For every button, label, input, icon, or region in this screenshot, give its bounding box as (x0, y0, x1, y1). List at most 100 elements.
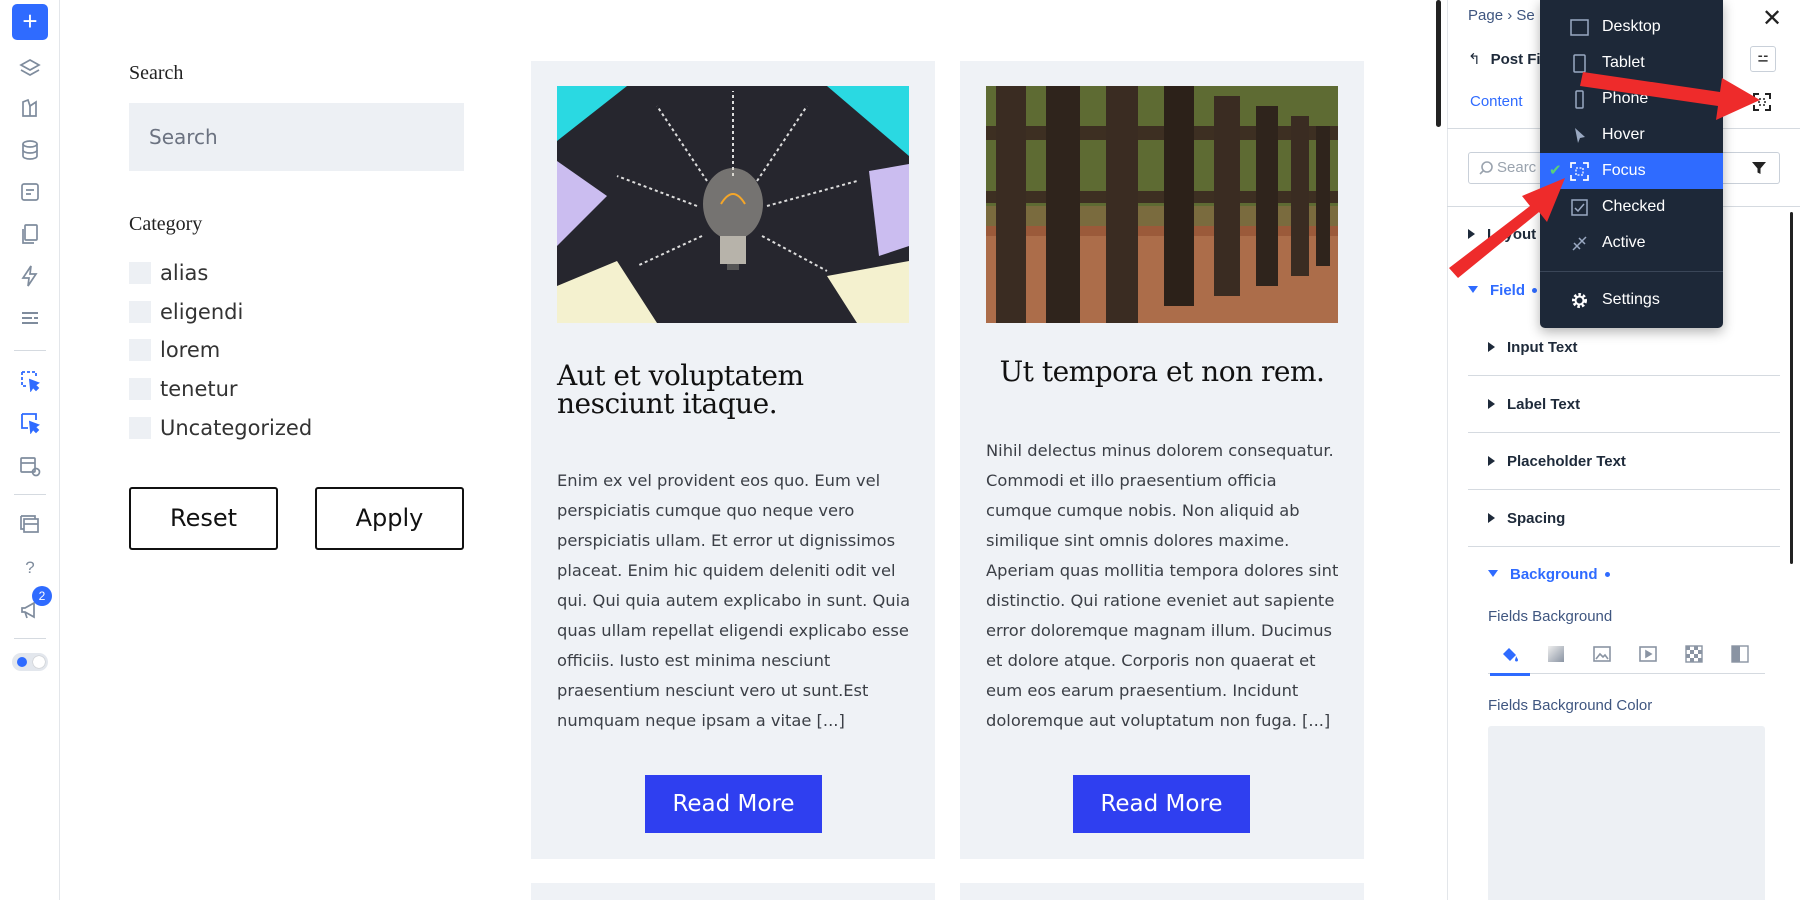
read-more-button[interactable]: Read More (1073, 775, 1250, 833)
menu-item-phone[interactable]: Phone (1540, 81, 1723, 117)
menu-item-hover[interactable]: Hover (1540, 117, 1723, 153)
panel-divider (1468, 432, 1780, 433)
read-more-button[interactable]: Read More (645, 775, 822, 833)
menu-item-tablet[interactable]: Tablet (1540, 45, 1723, 81)
forms-icon[interactable] (18, 180, 42, 204)
element-title[interactable]: ↰ Post Fi (1468, 50, 1541, 68)
pattern-icon[interactable] (1684, 644, 1704, 664)
category-checkbox[interactable] (129, 262, 151, 285)
post-filter: Search Search Category alias eligendi lo… (129, 62, 464, 447)
layers-icon[interactable] (18, 56, 42, 80)
canvas-scrollbar[interactable] (1436, 0, 1441, 127)
close-icon[interactable]: ✕ (1762, 4, 1782, 33)
category-label: Category (129, 213, 203, 235)
section-placeholder-text[interactable]: Placeholder Text (1488, 453, 1626, 470)
post-image[interactable] (986, 86, 1338, 323)
post-excerpt: Nihil delectus minus dolorem consequatur… (986, 441, 1339, 730)
category-checkbox[interactable] (129, 339, 151, 362)
post-card (531, 883, 935, 900)
cursor-icon (1570, 126, 1589, 145)
post-image[interactable] (557, 86, 909, 323)
active-icon (1570, 234, 1589, 253)
modified-indicator (1532, 288, 1538, 293)
templates-icon[interactable] (18, 512, 42, 536)
back-arrow-icon[interactable]: ↰ (1468, 51, 1481, 68)
left-toolbar: + ? 2 (0, 0, 60, 900)
phone-icon (1570, 90, 1589, 109)
tab-content[interactable]: Content (1470, 93, 1523, 110)
state-dropdown-menu: Desktop Tablet Phone Hover ✔ Focus Check… (1540, 0, 1723, 328)
color-picker-well[interactable] (1488, 726, 1765, 900)
pointer-select-icon[interactable] (18, 410, 42, 434)
category-label-text: tenetur (160, 377, 238, 402)
desktop-icon (1570, 18, 1589, 37)
menu-item-focus[interactable]: ✔ Focus (1540, 153, 1723, 189)
search-icon (1478, 160, 1494, 176)
category-checkbox[interactable] (129, 416, 151, 439)
post-card: Ut tempora et non rem. Nihil delectus mi… (960, 61, 1364, 859)
caret-down-icon (1488, 570, 1498, 577)
add-element-button[interactable]: + (12, 4, 48, 40)
toolbar-divider (14, 494, 46, 495)
section-layout[interactable]: Layout (1468, 226, 1536, 243)
category-item[interactable]: alias (129, 254, 464, 293)
panel-divider (1468, 375, 1780, 376)
mask-icon[interactable] (1730, 644, 1750, 664)
focus-icon (1570, 162, 1589, 181)
checkbox-icon (1570, 198, 1589, 217)
post-excerpt: Enim ex vel provident eos quo. Eum vel p… (557, 471, 911, 730)
notification-badge: 2 (32, 586, 52, 606)
database-icon[interactable] (18, 138, 42, 162)
category-label-text: lorem (160, 338, 221, 363)
category-checkbox[interactable] (129, 300, 151, 323)
theme-toggle[interactable] (12, 653, 48, 671)
category-item[interactable]: eligendi (129, 293, 464, 332)
fields-background-label: Fields Background (1488, 608, 1613, 625)
tablet-icon (1570, 54, 1589, 73)
apply-button[interactable]: Apply (315, 487, 464, 550)
image-icon[interactable] (1592, 644, 1612, 664)
lightning-icon[interactable] (18, 264, 42, 288)
section-label-text[interactable]: Label Text (1488, 396, 1580, 413)
post-card: Aut et voluptatem nesciunt itaque. Enim … (531, 61, 935, 859)
post-title[interactable]: Ut tempora et non rem. (986, 358, 1338, 386)
focus-state-icon[interactable] (1752, 92, 1772, 112)
video-icon[interactable] (1638, 644, 1658, 664)
search-label: Search (129, 62, 184, 84)
category-item[interactable]: lorem (129, 331, 464, 370)
lightbulb-photo (557, 86, 909, 323)
gradient-icon[interactable] (1546, 644, 1566, 664)
panel-divider (1468, 546, 1780, 547)
pages-icon[interactable] (18, 222, 42, 246)
list-icon[interactable] (18, 306, 42, 330)
paint-bucket-icon[interactable] (1490, 644, 1530, 676)
gear-icon (1570, 291, 1589, 310)
category-list: alias eligendi lorem tenetur Uncategoriz… (129, 254, 464, 447)
caret-right-icon (1488, 513, 1495, 523)
panel-options-icon[interactable] (1750, 46, 1776, 72)
filter-icon[interactable] (1751, 160, 1767, 176)
sun-icon (17, 657, 27, 667)
section-field[interactable]: Field (1468, 282, 1538, 299)
menu-item-active[interactable]: Active (1540, 225, 1723, 261)
help-icon[interactable]: ? (18, 556, 42, 580)
breadcrumb[interactable]: Page › Se (1468, 7, 1535, 24)
section-background[interactable]: Background (1488, 566, 1610, 583)
category-item[interactable]: Uncategorized (129, 408, 464, 447)
section-input-text[interactable]: Input Text (1488, 339, 1578, 356)
section-spacing[interactable]: Spacing (1488, 510, 1565, 527)
post-title[interactable]: Aut et voluptatem nesciunt itaque. (557, 362, 909, 418)
menu-item-desktop[interactable]: Desktop (1540, 9, 1723, 45)
search-input[interactable]: Search (129, 103, 464, 171)
pointer-select-icon[interactable] (18, 368, 42, 392)
category-item[interactable]: tenetur (129, 370, 464, 409)
check-icon: ✔ (1549, 162, 1562, 179)
menu-item-checked[interactable]: Checked (1540, 189, 1723, 225)
category-checkbox[interactable] (129, 378, 151, 401)
reset-button[interactable]: Reset (129, 487, 278, 550)
panel-scrollbar[interactable] (1790, 212, 1793, 564)
caret-right-icon (1488, 399, 1495, 409)
menu-item-settings[interactable]: Settings (1540, 282, 1723, 318)
preview-icon[interactable] (18, 454, 42, 478)
paint-palette-icon[interactable] (18, 96, 42, 120)
